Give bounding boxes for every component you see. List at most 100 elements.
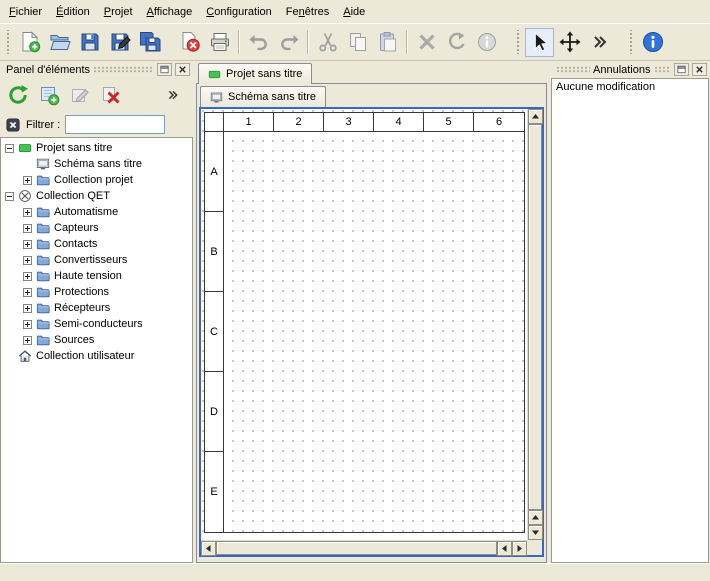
tree-item-convertisseurs[interactable]: Convertisseurs bbox=[1, 252, 192, 268]
dock-drag-handle[interactable] bbox=[556, 66, 590, 73]
menu-item-affichage[interactable]: Affichage bbox=[140, 0, 200, 23]
pan-mode-button[interactable] bbox=[555, 28, 584, 57]
about-button[interactable] bbox=[638, 28, 667, 57]
expander-plus-icon[interactable] bbox=[23, 256, 32, 265]
tree-item-semi-conducteurs[interactable]: Semi-conducteurs bbox=[1, 316, 192, 332]
scroll-up-button[interactable] bbox=[528, 109, 543, 124]
save-all-button[interactable] bbox=[135, 28, 164, 57]
save-as-button[interactable] bbox=[105, 28, 134, 57]
toolbar-drag-handle[interactable] bbox=[5, 30, 11, 54]
vertical-scroll-thumb[interactable] bbox=[528, 124, 542, 510]
column-label: 6 bbox=[474, 113, 524, 131]
expander-plus-icon[interactable] bbox=[23, 208, 32, 217]
menu-item-projet[interactable]: Projet bbox=[97, 0, 140, 23]
tree-item-recepteurs[interactable]: Récepteurs bbox=[1, 300, 192, 316]
tab-project[interactable]: Projet sans titre bbox=[198, 63, 312, 84]
menu-item-edition[interactable]: Édition bbox=[49, 0, 97, 23]
expander-plus-icon[interactable] bbox=[23, 224, 32, 233]
paste-button[interactable] bbox=[373, 28, 402, 57]
tree-item-label: Capteurs bbox=[54, 222, 99, 234]
close-panel-button[interactable] bbox=[175, 63, 190, 76]
expander-minus-icon[interactable] bbox=[5, 192, 14, 201]
close-file-button[interactable] bbox=[175, 28, 204, 57]
new-element-button[interactable] bbox=[35, 81, 63, 109]
panel-overflow-button[interactable] bbox=[159, 81, 187, 109]
toolbar-drag-handle[interactable] bbox=[628, 30, 634, 54]
menu-item-configuration[interactable]: Configuration bbox=[199, 0, 279, 23]
scroll-down-button[interactable] bbox=[528, 525, 543, 540]
tree-item-automatisme[interactable]: Automatisme bbox=[1, 204, 192, 220]
delete-button[interactable] bbox=[412, 28, 441, 57]
folder-icon bbox=[36, 269, 50, 283]
save-icon bbox=[79, 31, 101, 53]
float-undo-panel-button[interactable] bbox=[674, 63, 689, 76]
print-button[interactable] bbox=[205, 28, 234, 57]
main-toolbar bbox=[0, 23, 710, 61]
tree-item-haute-tension[interactable]: Haute tension bbox=[1, 268, 192, 284]
element-info-button[interactable] bbox=[472, 28, 501, 57]
edit-element-button[interactable] bbox=[66, 81, 94, 109]
new-project-button[interactable] bbox=[15, 28, 44, 57]
cut-button[interactable] bbox=[313, 28, 342, 57]
float-panel-button[interactable] bbox=[157, 63, 172, 76]
delete-icon bbox=[416, 31, 438, 53]
expander-plus-icon[interactable] bbox=[23, 176, 32, 185]
tree-item-sources[interactable]: Sources bbox=[1, 332, 192, 348]
rotate-button[interactable] bbox=[442, 28, 471, 57]
dock-drag-handle[interactable] bbox=[654, 66, 672, 73]
expander-plus-icon[interactable] bbox=[23, 240, 32, 249]
close-undo-panel-button[interactable] bbox=[692, 63, 707, 76]
open-folder-icon bbox=[49, 31, 71, 53]
expander-plus-icon[interactable] bbox=[23, 288, 32, 297]
tree-item-protections[interactable]: Protections bbox=[1, 284, 192, 300]
menu-item-aide[interactable]: Aide bbox=[336, 0, 372, 23]
tree-item-collection-qet[interactable]: Collection QET bbox=[1, 188, 192, 204]
scrollbar-corner bbox=[527, 540, 542, 555]
copy-button[interactable] bbox=[343, 28, 372, 57]
delete-element-button[interactable] bbox=[97, 81, 125, 109]
menu-item-fenetres[interactable]: Fenêtres bbox=[279, 0, 336, 23]
expander-minus-icon[interactable] bbox=[5, 144, 14, 153]
toolbar-overflow-button[interactable] bbox=[585, 28, 614, 57]
tree-item-label: Projet sans titre bbox=[36, 142, 112, 154]
diagram-canvas[interactable]: 123456 ABCDE bbox=[201, 109, 527, 540]
elements-panel-title: Panel d'éléments bbox=[6, 64, 90, 76]
reload-collections-button[interactable] bbox=[4, 81, 32, 109]
redo-button[interactable] bbox=[274, 28, 303, 57]
select-mode-button[interactable] bbox=[525, 28, 554, 57]
filter-input[interactable] bbox=[65, 115, 165, 134]
arrow-left-icon bbox=[500, 544, 509, 553]
undo-button[interactable] bbox=[244, 28, 273, 57]
expander-plus-icon[interactable] bbox=[23, 320, 32, 329]
open-project-button[interactable] bbox=[45, 28, 74, 57]
menu-item-fichier[interactable]: Fichier bbox=[2, 0, 49, 23]
tree-item-projet-sans-titre[interactable]: Projet sans titre bbox=[1, 140, 192, 156]
folder-icon bbox=[36, 173, 50, 187]
schema-icon bbox=[36, 157, 50, 171]
tree-item-collection-utilisateur[interactable]: Collection utilisateur bbox=[1, 348, 192, 364]
move-icon bbox=[559, 31, 581, 53]
ruler-corner bbox=[205, 113, 224, 132]
expander-plus-icon[interactable] bbox=[23, 304, 32, 313]
tree-item-collection-projet[interactable]: Collection projet bbox=[1, 172, 192, 188]
expander-plus-icon[interactable] bbox=[23, 336, 32, 345]
delete-element-icon bbox=[100, 84, 122, 106]
dock-drag-handle[interactable] bbox=[93, 66, 154, 73]
scroll-up-button-bottom[interactable] bbox=[528, 510, 543, 525]
tree-item-capteurs[interactable]: Capteurs bbox=[1, 220, 192, 236]
scroll-right-button[interactable] bbox=[512, 541, 527, 556]
tree-item-schema-sans-titre[interactable]: Schéma sans titre bbox=[1, 156, 192, 172]
horizontal-scrollbar[interactable] bbox=[201, 540, 527, 555]
tab-schema[interactable]: Schéma sans titre bbox=[200, 86, 326, 107]
scroll-left-button[interactable] bbox=[201, 541, 216, 556]
tree-item-contacts[interactable]: Contacts bbox=[1, 236, 192, 252]
scroll-left-button-right[interactable] bbox=[497, 541, 512, 556]
save-button[interactable] bbox=[75, 28, 104, 57]
schema-tab-bar: Schéma sans titre bbox=[199, 86, 544, 107]
clear-filter-icon[interactable] bbox=[5, 117, 21, 133]
vertical-scrollbar[interactable] bbox=[527, 109, 542, 540]
expander-plus-icon[interactable] bbox=[23, 272, 32, 281]
tree-item-label: Protections bbox=[54, 286, 109, 298]
toolbar-drag-handle[interactable] bbox=[515, 30, 521, 54]
horizontal-scroll-thumb[interactable] bbox=[216, 541, 497, 555]
